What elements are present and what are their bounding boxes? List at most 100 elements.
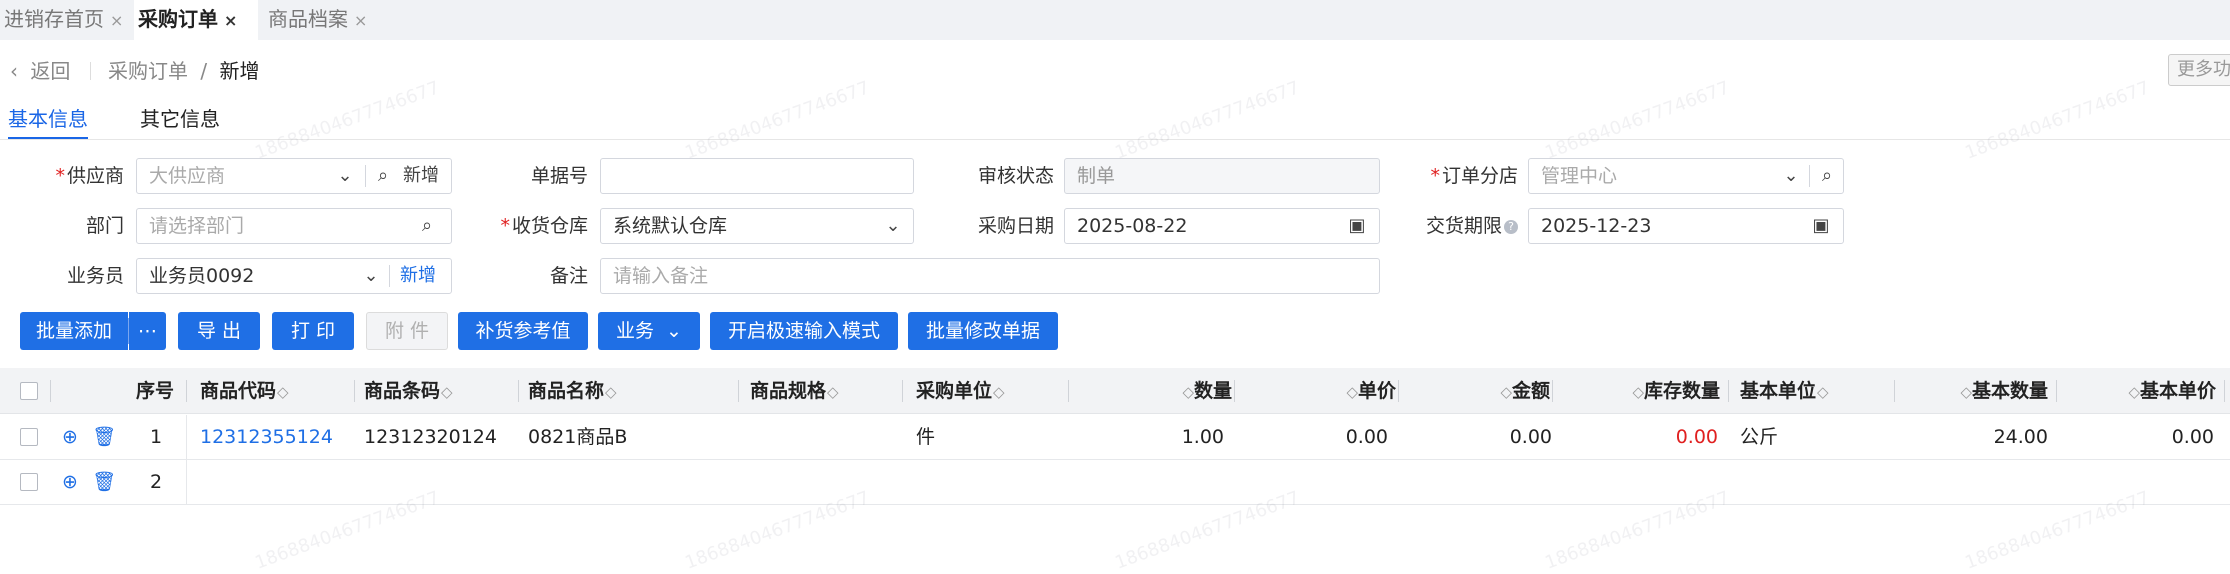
supplier-label: * 供应商 [55,165,124,187]
breadcrumb-current: 新增 [219,59,260,83]
chevron-down-icon: ⌄ [1783,165,1799,186]
col-base-price[interactable]: ◇基本单价 [2064,368,2216,414]
page-tab-label: 进销存首页 [4,7,104,31]
col-amount[interactable]: ◇金额 [1408,368,1550,414]
export-button[interactable]: 导 出 [178,312,260,350]
page-tab-product-archive[interactable]: 商品档案 × [264,0,378,40]
close-icon[interactable]: × [224,11,237,30]
col-barcode[interactable]: 商品条码◇ [364,368,453,414]
chevron-down-icon: ⌄ [363,265,379,286]
cell-base-price: 0.00 [2171,426,2214,448]
search-icon[interactable]: ⌕ [1815,159,1839,193]
page-tab-label: 采购订单 [138,7,218,31]
cell-code-link[interactable]: 12312355124 [200,415,333,459]
attachment-button: 附 件 [366,312,448,350]
branch-select[interactable]: 管理中心 ⌄ ⌕ [1528,158,1844,194]
page-tab-home[interactable]: 进销存首页 × [0,0,130,40]
cell-stock-qty: 0.00 [1675,426,1718,448]
close-icon[interactable]: × [110,11,123,30]
watermark-text: 18688404677746677 [682,77,873,164]
remark-label: 备注 [549,265,588,287]
warehouse-select[interactable]: 系统默认仓库 ⌄ [600,208,914,244]
add-row-icon[interactable]: ⊕ [62,415,78,459]
add-salesman-link[interactable]: 新增 [395,259,441,293]
back-button[interactable]: ‹ 返回 [10,56,70,86]
table-row: ⊕ 🗑 1 12312355124 12312320124 0821商品B 件 … [0,415,2230,460]
department-select[interactable]: 请选择部门 ⌕ [136,208,452,244]
col-code[interactable]: 商品代码◇ [200,368,289,414]
department-label: 部门 [85,215,124,237]
tab-divider [0,139,2230,140]
col-seq: 序号 [136,380,175,402]
close-icon[interactable]: × [354,11,367,30]
search-icon[interactable]: ⌕ [415,209,439,243]
remark-input[interactable]: 请输入备注 [600,258,1380,294]
cell-amount[interactable]: 0.00 [1408,415,1552,459]
page-tab-label: 商品档案 [268,7,348,31]
cell-barcode: 12312320124 [364,426,497,448]
watermark-text: 18688404677746677 [252,77,443,164]
chevron-down-icon: ⌄ [666,320,682,342]
row-checkbox[interactable] [20,473,38,491]
warehouse-label: * 收货仓库 [500,215,588,237]
batch-add-button[interactable]: 批量添加 [20,312,128,350]
breadcrumb: 采购订单 / 新增 [108,59,260,83]
print-button[interactable]: 打 印 [272,312,354,350]
salesman-select[interactable]: 业务员0092 ⌄ 新增 [136,258,452,294]
col-base-qty[interactable]: ◇基本数量 [1904,368,2048,414]
delivery-deadline-label: 交货期限? [1400,208,1518,244]
purchase-date-label: 采购日期 [977,215,1054,237]
calendar-icon[interactable]: ▣ [1809,209,1833,243]
bill-no-label: 单据号 [530,165,588,187]
add-supplier-link[interactable]: 新增 [399,159,443,193]
col-price[interactable]: ◇单价 [1244,368,1396,414]
supplier-select[interactable]: 大供应商 ⌄ ⌕ 新增 [136,158,452,194]
fast-input-mode-button[interactable]: 开启极速输入模式 [710,312,898,350]
add-row-icon[interactable]: ⊕ [62,460,78,504]
calendar-icon[interactable]: ▣ [1345,209,1369,243]
watermark-text: 18688404677746677 [1112,77,1303,164]
cell-qty[interactable]: 1.00 [1080,415,1224,459]
tab-other-info[interactable]: 其它信息 [140,104,220,140]
search-icon[interactable]: ⌕ [371,159,395,193]
cell-name: 0821商品B [528,426,628,448]
branch-label: * 订单分店 [1430,165,1518,187]
page-tab-strip: 进销存首页 × 采购订单 × 商品档案 × [0,0,2230,40]
business-menu-button[interactable]: 业务 ⌄ [598,312,700,350]
batch-add-more-button[interactable]: ⋯ [129,312,166,350]
delete-row-icon[interactable]: 🗑 [92,460,116,504]
watermark-text: 18688404677746677 [1542,77,1733,164]
batch-modify-button[interactable]: 批量修改单据 [908,312,1058,350]
delivery-deadline-picker[interactable]: 2025-12-23 ▣ [1528,208,1844,244]
watermark-text: 18688404677746677 [1962,77,2153,164]
breadcrumb-parent[interactable]: 采购订单 [108,59,188,83]
more-functions-button[interactable]: 更多功 [2168,54,2230,86]
replenish-reference-button[interactable]: 补货参考值 [458,312,588,350]
cell-base-qty: 24.00 [1993,426,2048,448]
tab-basic-info[interactable]: 基本信息 [8,104,88,140]
chevron-left-icon: ‹ [10,59,18,83]
chevron-down-icon: ⌄ [337,165,353,186]
cell-purchase-unit[interactable]: 件 [916,415,935,459]
salesman-label: 业务员 [66,265,124,287]
delete-row-icon[interactable]: 🗑 [92,415,116,459]
table-header: 序号 商品代码◇ 商品条码◇ 商品名称◇ 商品规格◇ 采购单位◇ ◇数量 ◇单价… [0,368,2230,414]
purchase-date-picker[interactable]: 2025-08-22 ▣ [1064,208,1380,244]
chevron-down-icon: ⌄ [885,215,901,236]
row-checkbox[interactable] [20,428,38,446]
col-name[interactable]: 商品名称◇ [528,368,617,414]
col-base-unit[interactable]: 基本单位◇ [1740,368,1829,414]
page-tab-purchase-order[interactable]: 采购订单 × [134,0,258,40]
help-icon: ? [1504,219,1518,234]
col-spec[interactable]: 商品规格◇ [750,368,839,414]
bill-no-input[interactable] [600,158,914,194]
breadcrumb-divider [90,62,91,80]
audit-status-field: 制单 [1064,158,1380,194]
col-stock-qty[interactable]: ◇库存数量 [1560,368,1720,414]
cell-seq: 1 [150,426,163,448]
select-all-checkbox[interactable] [20,382,38,400]
col-qty[interactable]: ◇数量 [1080,368,1232,414]
col-purchase-unit[interactable]: 采购单位◇ [916,368,1005,414]
cell-base-unit: 公斤 [1740,426,1779,448]
cell-price[interactable]: 0.00 [1244,415,1388,459]
